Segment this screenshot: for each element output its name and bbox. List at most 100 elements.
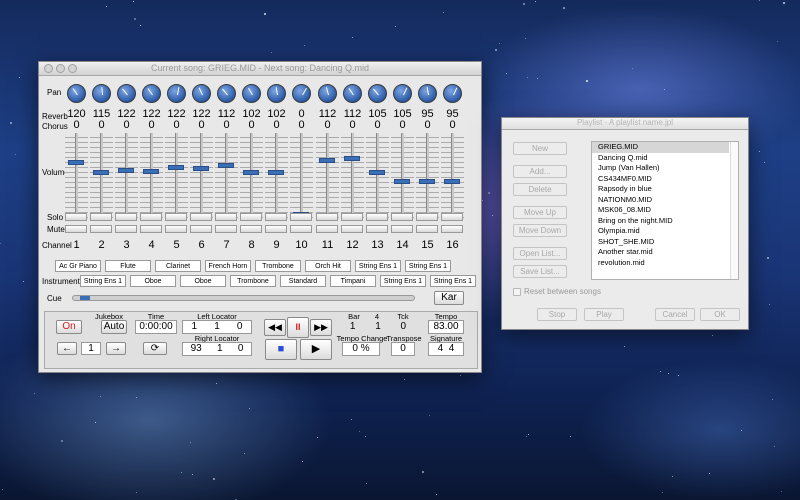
playlist-item[interactable]: Olympia.mid: [592, 226, 729, 237]
volume-fader-track[interactable]: [275, 133, 278, 221]
playlist-item[interactable]: Dancing Q.mid: [592, 153, 729, 164]
loop-button[interactable]: ⟳: [143, 342, 167, 355]
solo-button[interactable]: [215, 213, 237, 221]
tempo-change-field[interactable]: 0 %: [342, 342, 380, 356]
volume-fader-track[interactable]: [175, 133, 178, 221]
instrument-select[interactable]: Standard: [280, 275, 326, 287]
chorus-value[interactable]: 0: [115, 119, 138, 131]
playlist-item[interactable]: Jump (Van Hallen): [592, 163, 729, 174]
solo-button[interactable]: [240, 213, 262, 221]
volume-fader-thumb[interactable]: [143, 169, 159, 174]
chorus-value[interactable]: 0: [240, 119, 263, 131]
chorus-value[interactable]: 0: [341, 119, 364, 131]
mute-button[interactable]: [190, 225, 212, 233]
volume-fader-track[interactable]: [351, 133, 354, 221]
song-index-field[interactable]: 1: [81, 342, 101, 355]
volume-fader-track[interactable]: [326, 133, 329, 221]
instrument-select[interactable]: Flute: [105, 260, 151, 272]
chorus-value[interactable]: 0: [316, 119, 339, 131]
previous-song-button[interactable]: ←: [57, 342, 77, 355]
move-up-button[interactable]: Move Up: [513, 206, 567, 219]
mute-button[interactable]: [391, 225, 413, 233]
cancel-button[interactable]: Cancel: [655, 308, 695, 321]
next-song-button[interactable]: →: [106, 342, 126, 355]
solo-button[interactable]: [441, 213, 463, 221]
delete-button[interactable]: Delete: [513, 183, 567, 196]
pan-knob[interactable]: [393, 84, 412, 103]
volume-fader-thumb[interactable]: [118, 168, 134, 173]
add-button[interactable]: Add...: [513, 165, 567, 178]
chorus-value[interactable]: 0: [290, 119, 313, 131]
volume-fader-track[interactable]: [150, 133, 153, 221]
volume-fader-track[interactable]: [125, 133, 128, 221]
volume-fader-track[interactable]: [401, 133, 404, 221]
solo-button[interactable]: [140, 213, 162, 221]
mute-button[interactable]: [240, 225, 262, 233]
volume-fader-thumb[interactable]: [419, 179, 435, 184]
open-list-button[interactable]: Open List...: [513, 247, 567, 260]
mute-button[interactable]: [265, 225, 287, 233]
move-down-button[interactable]: Move Down: [513, 224, 567, 237]
pan-knob[interactable]: [292, 84, 311, 103]
playlist-item[interactable]: NATIONM0.MID: [592, 195, 729, 206]
volume-fader-track[interactable]: [75, 133, 78, 221]
instrument-select[interactable]: Clarinet: [155, 260, 201, 272]
solo-button[interactable]: [316, 213, 338, 221]
volume-fader-thumb[interactable]: [68, 160, 84, 165]
volume-fader-track[interactable]: [300, 133, 303, 221]
chorus-value[interactable]: 0: [215, 119, 238, 131]
mute-button[interactable]: [65, 225, 87, 233]
mute-button[interactable]: [90, 225, 112, 233]
instrument-select[interactable]: String Ens 1: [80, 275, 126, 287]
solo-button[interactable]: [115, 213, 137, 221]
playlist-item[interactable]: Rapsody in blue: [592, 184, 729, 195]
chorus-value[interactable]: 0: [65, 119, 88, 131]
playlist-item[interactable]: SHOT_SHE.MID: [592, 237, 729, 248]
pan-knob[interactable]: [267, 84, 286, 103]
tempo-field[interactable]: 83.00: [428, 320, 464, 334]
chorus-value[interactable]: 0: [90, 119, 113, 131]
mixer-titlebar[interactable]: Current song: GRIEG.MID - Next song: Dan…: [39, 62, 481, 76]
instrument-select[interactable]: Oboe: [180, 275, 226, 287]
save-list-button[interactable]: Save List...: [513, 265, 567, 278]
cue-slider[interactable]: [72, 295, 415, 301]
transpose-field[interactable]: 0: [391, 342, 415, 356]
right-locator-field[interactable]: 93 1 0: [182, 342, 252, 356]
instrument-select[interactable]: String Ens 1: [355, 260, 401, 272]
playlist-list[interactable]: GRIEG.MID Dancing Q.mid Jump (Van Hallen) C…: [591, 141, 739, 280]
signature-field[interactable]: 4 4: [428, 342, 464, 356]
playlist-item[interactable]: revolution.mid: [592, 258, 729, 269]
solo-button[interactable]: [165, 213, 187, 221]
playlist-item[interactable]: MSK06_08.MID: [592, 205, 729, 216]
volume-fader-thumb[interactable]: [394, 179, 410, 184]
instrument-select[interactable]: Oboe: [130, 275, 176, 287]
left-locator-field[interactable]: 1 1 0: [182, 320, 252, 334]
mute-button[interactable]: [215, 225, 237, 233]
volume-fader-track[interactable]: [200, 133, 203, 221]
pan-knob[interactable]: [217, 84, 236, 103]
pan-knob[interactable]: [368, 84, 387, 103]
stop-button[interactable]: ■: [265, 339, 297, 360]
mute-button[interactable]: [416, 225, 438, 233]
mute-button[interactable]: [366, 225, 388, 233]
instrument-select[interactable]: Trombone: [255, 260, 301, 272]
chorus-value[interactable]: 0: [265, 119, 288, 131]
pause-button[interactable]: II: [287, 317, 309, 338]
pan-knob[interactable]: [418, 84, 437, 103]
pan-knob[interactable]: [343, 84, 362, 103]
playlist-item[interactable]: Bring on the night.MID: [592, 216, 729, 227]
solo-button[interactable]: [341, 213, 363, 221]
solo-button[interactable]: [290, 213, 312, 221]
pan-knob[interactable]: [242, 84, 261, 103]
pan-knob[interactable]: [67, 84, 86, 103]
mute-button[interactable]: [165, 225, 187, 233]
mute-button[interactable]: [341, 225, 363, 233]
play-button[interactable]: ▶: [300, 339, 332, 360]
pan-knob[interactable]: [92, 84, 111, 103]
instrument-select[interactable]: String Ens 1: [380, 275, 426, 287]
time-field[interactable]: 0:00:00: [135, 320, 177, 334]
new-button[interactable]: New: [513, 142, 567, 155]
mute-button[interactable]: [140, 225, 162, 233]
reset-between-songs-checkbox[interactable]: [513, 288, 521, 296]
instrument-select[interactable]: French Horn: [205, 260, 251, 272]
